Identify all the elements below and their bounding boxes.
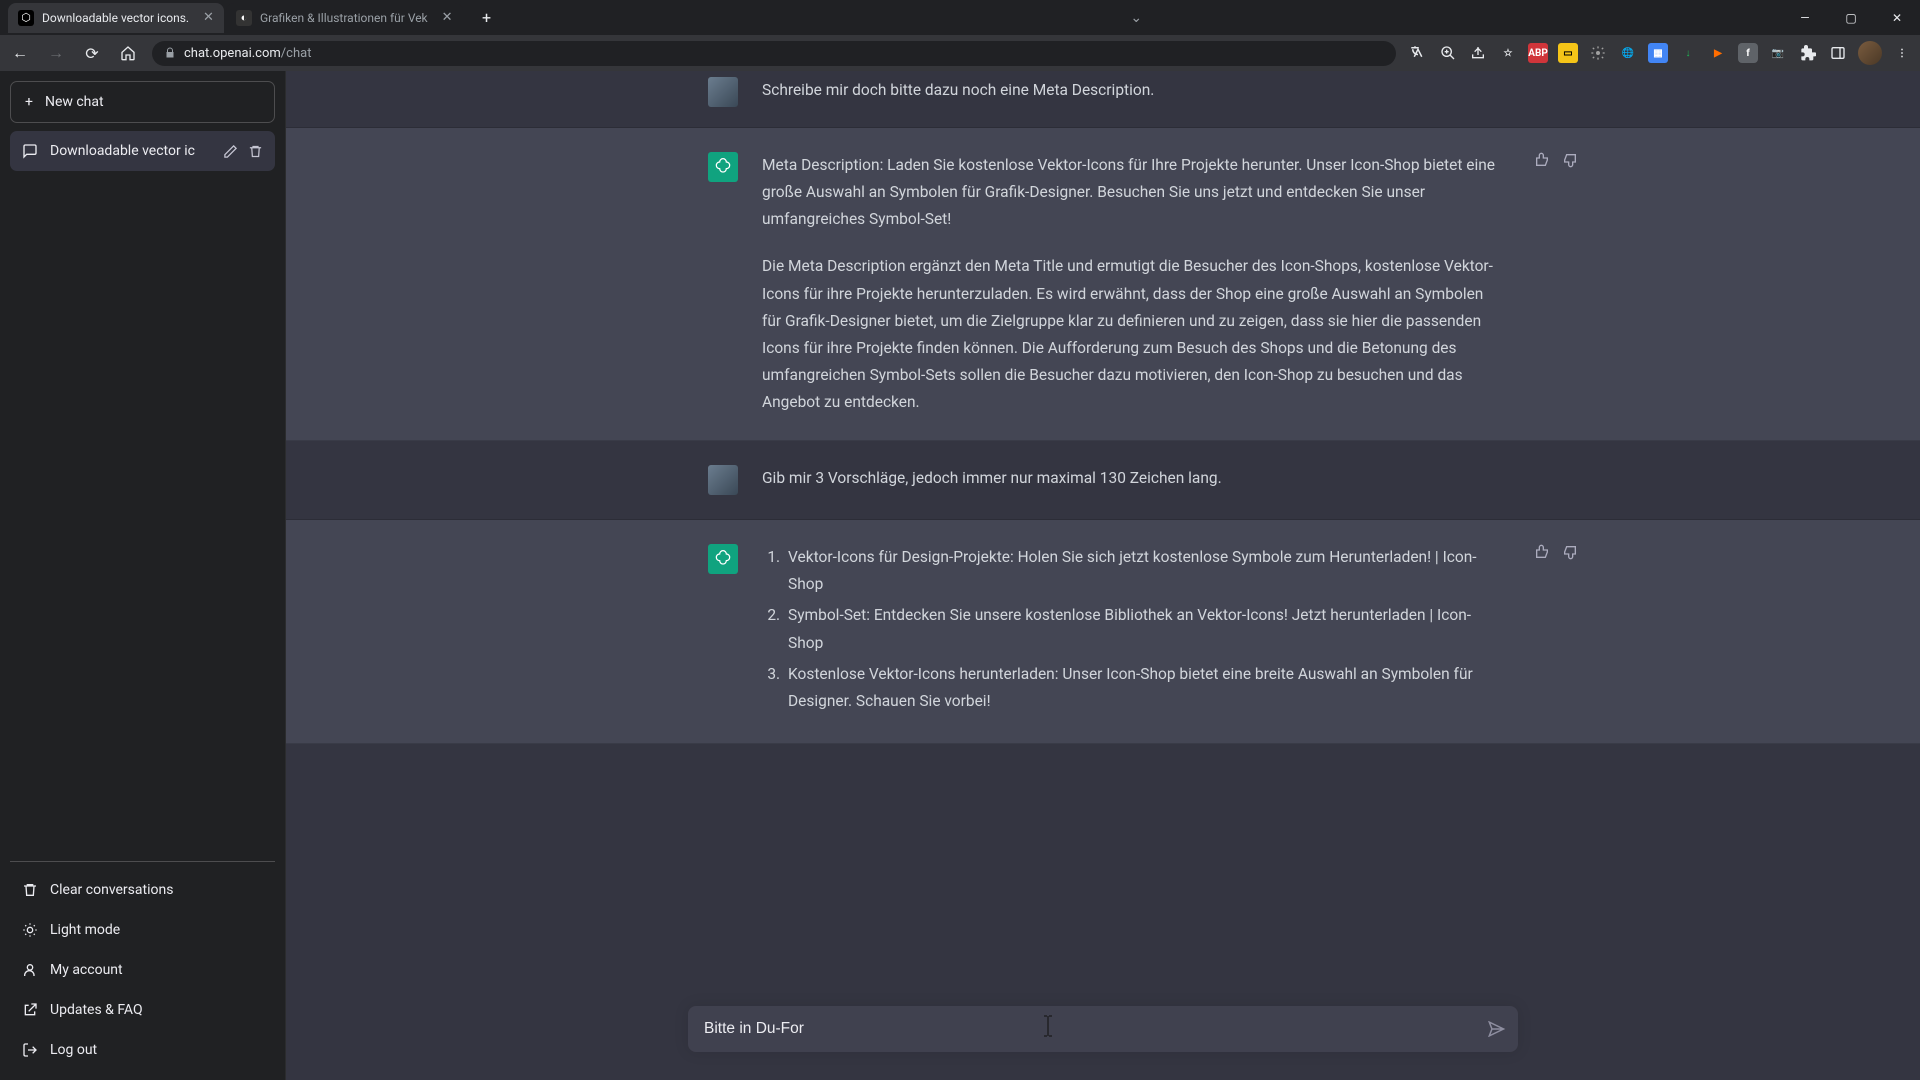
list-item: Symbol-Set: Entdecken Sie unsere kostenl… <box>784 602 1498 656</box>
label: Updates & FAQ <box>50 1002 143 1018</box>
logout-icon <box>22 1042 38 1058</box>
close-icon[interactable]: ✕ <box>442 10 453 25</box>
message-input[interactable] <box>704 1020 1484 1038</box>
lock-icon <box>164 47 176 59</box>
zoom-icon[interactable] <box>1438 43 1458 63</box>
label: My account <box>50 962 123 978</box>
favicon-icon: ⬡ <box>18 10 34 26</box>
extension-icon[interactable] <box>1588 43 1608 63</box>
tabs-dropdown-icon[interactable]: ⌄ <box>1122 6 1150 30</box>
url-host: chat.openai.com <box>184 46 281 61</box>
label: Clear conversations <box>50 882 173 898</box>
message-paragraph: Meta Description: Laden Sie kostenlose V… <box>762 152 1498 233</box>
extension-icon[interactable]: 🌐 <box>1618 43 1638 63</box>
label: Light mode <box>50 922 120 938</box>
extension-icon[interactable]: ↓ <box>1678 43 1698 63</box>
assistant-message: Vektor-Icons für Design-Projekte: Holen … <box>286 520 1920 744</box>
delete-icon[interactable] <box>248 144 263 159</box>
bookmark-icon[interactable]: ☆ <box>1498 43 1518 63</box>
extension-icon[interactable]: ▭ <box>1558 43 1578 63</box>
profile-avatar[interactable] <box>1858 41 1882 65</box>
updates-faq-button[interactable]: Updates & FAQ <box>10 990 275 1030</box>
message-paragraph: Die Meta Description ergänzt den Meta Ti… <box>762 253 1498 416</box>
clear-conversations-button[interactable]: Clear conversations <box>10 870 275 910</box>
url-path: /chat <box>281 46 312 61</box>
plus-icon: + <box>25 94 33 110</box>
thumbs-down-button[interactable] <box>1562 152 1578 168</box>
list-item: Kostenlose Vektor-Icons herunterladen: U… <box>784 661 1498 715</box>
extension-icon[interactable]: ABP <box>1528 43 1548 63</box>
light-mode-button[interactable]: Light mode <box>10 910 275 950</box>
assistant-avatar <box>708 544 738 574</box>
message-input-box[interactable] <box>688 1006 1518 1052</box>
sidebar: + New chat Downloadable vector ic Clear … <box>0 71 286 1080</box>
link-icon <box>22 1002 38 1018</box>
tab-title: Downloadable vector icons. <box>42 11 189 25</box>
chat-icon <box>22 143 38 159</box>
new-chat-label: New chat <box>45 94 104 110</box>
extension-icon[interactable]: 📷 <box>1768 43 1788 63</box>
home-button[interactable] <box>116 41 140 65</box>
input-area <box>286 990 1920 1080</box>
my-account-button[interactable]: My account <box>10 950 275 990</box>
user-message: Schreibe mir doch bitte dazu noch eine M… <box>286 71 1920 128</box>
browser-tab[interactable]: ◐ Grafiken & Illustrationen für Vek ✕ <box>226 3 463 33</box>
tab-title: Grafiken & Illustrationen für Vek <box>260 11 428 25</box>
forward-button[interactable]: → <box>44 41 68 65</box>
user-avatar <box>708 465 738 495</box>
label: Log out <box>50 1042 97 1058</box>
address-bar[interactable]: chat.openai.com/chat <box>152 41 1396 66</box>
side-panel-icon[interactable] <box>1828 43 1848 63</box>
message-text: Schreibe mir doch bitte dazu noch eine M… <box>762 77 1498 104</box>
extensions-menu-icon[interactable] <box>1798 43 1818 63</box>
trash-icon <box>22 882 38 898</box>
nav-bar: ← → ⟳ chat.openai.com/chat ☆ ABP ▭ <box>0 35 1920 71</box>
logout-button[interactable]: Log out <box>10 1030 275 1070</box>
extension-icon[interactable]: f <box>1738 43 1758 63</box>
list-item: Vektor-Icons für Design-Projekte: Holen … <box>784 544 1498 598</box>
user-icon <box>22 962 38 978</box>
new-chat-button[interactable]: + New chat <box>10 81 275 123</box>
send-button[interactable] <box>1480 1016 1505 1041</box>
new-tab-button[interactable]: + <box>473 4 501 32</box>
thumbs-up-button[interactable] <box>1534 152 1550 168</box>
thumbs-down-button[interactable] <box>1562 544 1578 560</box>
share-icon[interactable] <box>1468 43 1488 63</box>
user-avatar <box>708 77 738 107</box>
conversation-title: Downloadable vector ic <box>50 143 195 159</box>
browser-tab[interactable]: ⬡ Downloadable vector icons. ✕ <box>8 3 224 33</box>
assistant-message: Meta Description: Laden Sie kostenlose V… <box>286 128 1920 441</box>
sun-icon <box>22 922 38 938</box>
ordered-list: Vektor-Icons für Design-Projekte: Holen … <box>762 544 1498 715</box>
translate-icon[interactable] <box>1408 43 1428 63</box>
maximize-button[interactable]: ▢ <box>1828 3 1874 33</box>
conversation-item[interactable]: Downloadable vector ic <box>10 131 275 171</box>
close-icon[interactable]: ✕ <box>203 10 214 25</box>
main-content: Schreibe mir doch bitte dazu noch eine M… <box>286 71 1920 1080</box>
thumbs-up-button[interactable] <box>1534 544 1550 560</box>
extension-icon[interactable]: ▦ <box>1648 43 1668 63</box>
menu-icon[interactable]: ⋮ <box>1892 43 1912 63</box>
user-message: Gib mir 3 Vorschläge, jedoch immer nur m… <box>286 441 1920 520</box>
extension-icon[interactable]: ▶ <box>1708 43 1728 63</box>
favicon-icon: ◐ <box>236 10 252 26</box>
tab-bar: ⬡ Downloadable vector icons. ✕ ◐ Grafike… <box>0 0 1920 35</box>
message-text: Gib mir 3 Vorschläge, jedoch immer nur m… <box>762 465 1498 492</box>
assistant-avatar <box>708 152 738 182</box>
close-window-button[interactable]: ✕ <box>1874 3 1920 33</box>
minimize-button[interactable]: — <box>1782 3 1828 33</box>
edit-icon[interactable] <box>223 144 238 159</box>
back-button[interactable]: ← <box>8 41 32 65</box>
reload-button[interactable]: ⟳ <box>80 41 104 65</box>
